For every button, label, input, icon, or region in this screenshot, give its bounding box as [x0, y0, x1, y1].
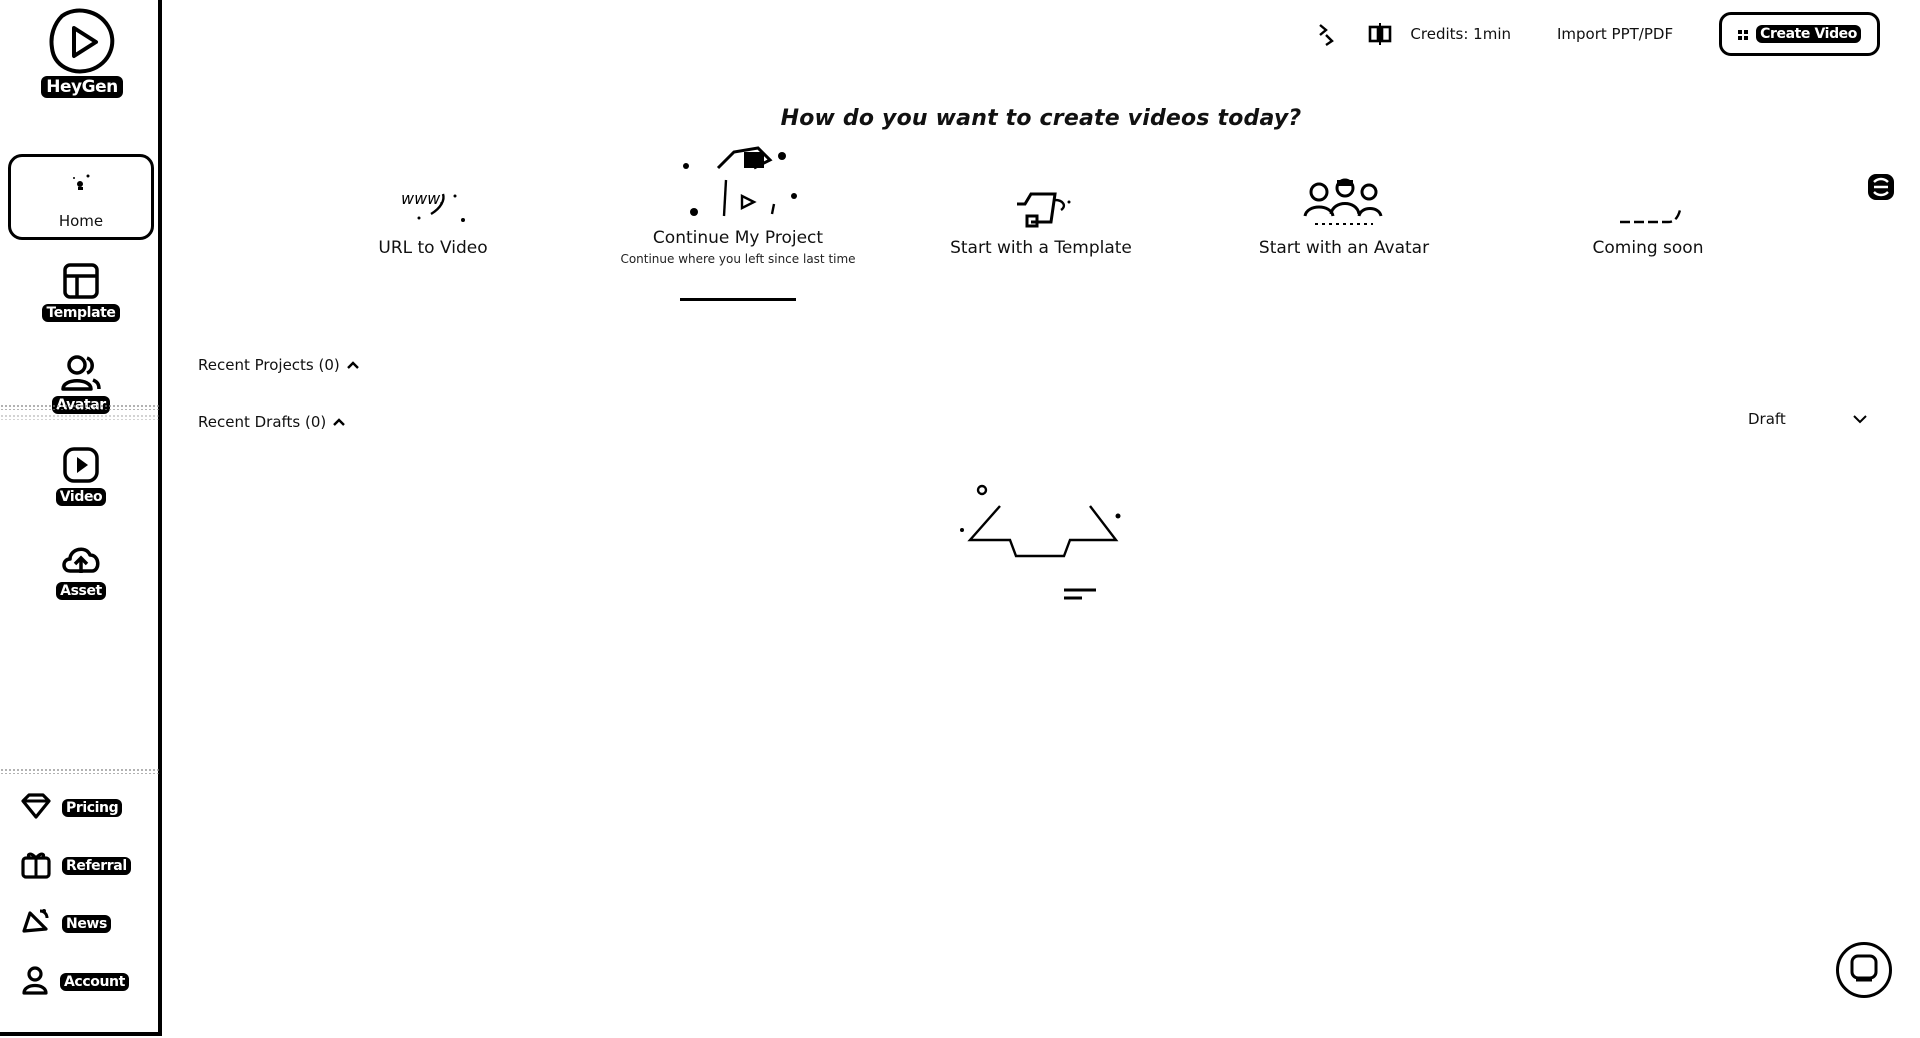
video-icon	[60, 444, 102, 486]
news-icon	[20, 907, 52, 941]
option-label: URL to Video	[378, 238, 488, 258]
nav-video-label: Video	[55, 488, 107, 506]
home-icon	[60, 164, 102, 206]
divider	[0, 768, 160, 774]
diamond-icon	[20, 792, 52, 824]
nav-account[interactable]: Account	[20, 962, 129, 1002]
chat-support-button[interactable]	[1836, 942, 1892, 998]
draft-filter-value: Draft	[1748, 410, 1786, 428]
chevron-down-icon	[1852, 410, 1868, 428]
recent-drafts-label: Recent Drafts (0)	[198, 413, 327, 431]
recent-projects-toggle[interactable]: Recent Projects (0)	[198, 356, 360, 374]
option-label: Start with an Avatar	[1258, 238, 1430, 258]
nav-template-label: Template	[42, 304, 120, 322]
nav-news[interactable]: News	[20, 904, 111, 944]
nav-asset-label: Asset	[56, 582, 106, 600]
nav-referral-label: Referral	[62, 857, 131, 875]
option-start-avatar[interactable]: Start with an Avatar	[1219, 140, 1469, 258]
nav-pricing[interactable]: Pricing	[20, 788, 123, 828]
option-continue-project[interactable]: Continue My Project Continue where you l…	[613, 130, 863, 266]
heygen-logo[interactable]: HeyGen	[38, 8, 126, 98]
recent-drafts-toggle[interactable]: Recent Drafts (0)	[198, 413, 346, 431]
option-label: Start with a Template	[950, 238, 1132, 258]
credits-text: Credits: 1min	[1410, 25, 1511, 43]
gift-icon	[20, 849, 52, 883]
logo-play-icon	[49, 8, 115, 74]
create-video-label: Create Video	[1756, 25, 1861, 43]
create-video-button[interactable]: Create Video	[1719, 12, 1880, 56]
chat-icon	[1848, 952, 1880, 988]
option-label: Continue My Project	[652, 228, 824, 248]
user-icon	[20, 965, 50, 999]
import-ppt-pdf-button[interactable]: Import PPT/PDF	[1557, 25, 1673, 43]
nav-home[interactable]: Home	[8, 154, 154, 240]
template-icon	[60, 260, 102, 302]
feedback-icon[interactable]	[1866, 172, 1896, 202]
template-mug-icon	[916, 140, 1166, 230]
divider	[0, 414, 160, 420]
nav-home-label: Home	[58, 212, 104, 230]
nav-referral[interactable]: Referral	[20, 846, 131, 886]
grid-icon	[1738, 25, 1749, 44]
svg-text:www.: www.	[401, 189, 444, 208]
recent-projects-label: Recent Projects (0)	[198, 356, 340, 374]
people-group-icon	[1219, 140, 1469, 230]
sidebar: HeyGen Home Template Avatar Video Asset	[0, 0, 162, 1036]
option-start-template[interactable]: Start with a Template	[916, 140, 1166, 258]
option-label: Coming soon	[1592, 238, 1704, 258]
option-url-to-video[interactable]: www. URL to Video	[308, 140, 558, 258]
avatar-icon	[60, 352, 102, 394]
coming-soon-icon	[1523, 140, 1773, 230]
chevron-up-icon	[346, 356, 360, 374]
empty-drafts-illustration	[950, 478, 1130, 608]
divider	[0, 404, 160, 410]
brand-name: HeyGen	[41, 76, 123, 98]
camera-play-icon	[613, 130, 863, 220]
draft-filter-select[interactable]: Draft	[1748, 410, 1868, 428]
upload-cloud-icon	[60, 538, 102, 580]
option-coming-soon: Coming soon	[1523, 140, 1773, 258]
nav-news-label: News	[62, 915, 111, 933]
credits-icon[interactable]	[1366, 20, 1394, 48]
nav-pricing-label: Pricing	[62, 799, 123, 817]
page-title: How do you want to create videos today?	[780, 106, 1302, 131]
nav-asset[interactable]: Asset	[8, 526, 154, 612]
nav-template[interactable]: Template	[8, 248, 154, 334]
chevron-up-icon	[332, 413, 346, 431]
url-globe-icon: www.	[308, 140, 558, 230]
top-bar: Credits: 1min Import PPT/PDF Create Vide…	[1312, 8, 1880, 60]
nav-video[interactable]: Video	[8, 432, 154, 518]
active-option-indicator	[680, 298, 796, 301]
option-subtitle: Continue where you left since last time	[620, 252, 856, 266]
nav-account-label: Account	[60, 973, 129, 991]
translate-icon[interactable]	[1312, 20, 1340, 48]
